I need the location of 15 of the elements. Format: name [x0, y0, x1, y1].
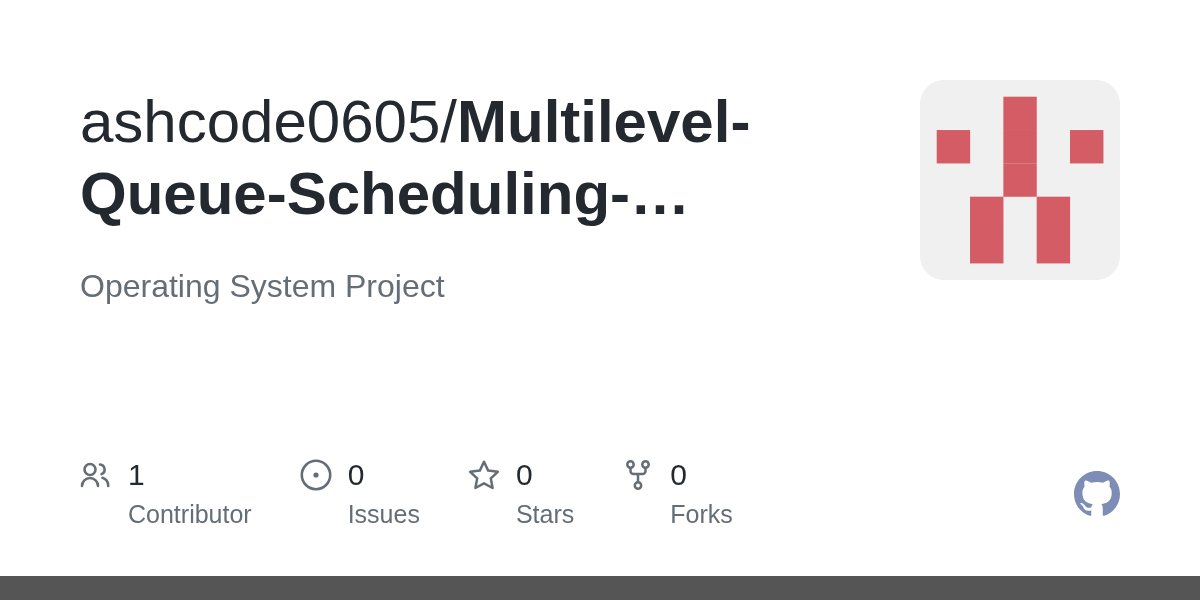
stat-label: Forks — [670, 499, 733, 530]
stat-label: Stars — [515, 499, 575, 530]
repo-description: Operating System Project — [80, 267, 446, 306]
circle-dot-icon — [299, 459, 332, 491]
star-icon — [467, 459, 500, 491]
people-icon — [80, 462, 112, 488]
cat-logo-icon — [1074, 470, 1120, 517]
stat-label: Contributor — [128, 499, 252, 530]
stat-count: 0 — [515, 457, 534, 493]
stat-count: 0 — [347, 457, 366, 493]
repo-title: ashcode0605/Multilevel-Queue-Scheduling-… — [80, 87, 752, 229]
stat-count: 0 — [670, 457, 688, 493]
stat-label: Issues — [347, 499, 420, 530]
stat-count: 1 — [128, 457, 146, 493]
fork-icon — [626, 460, 651, 490]
